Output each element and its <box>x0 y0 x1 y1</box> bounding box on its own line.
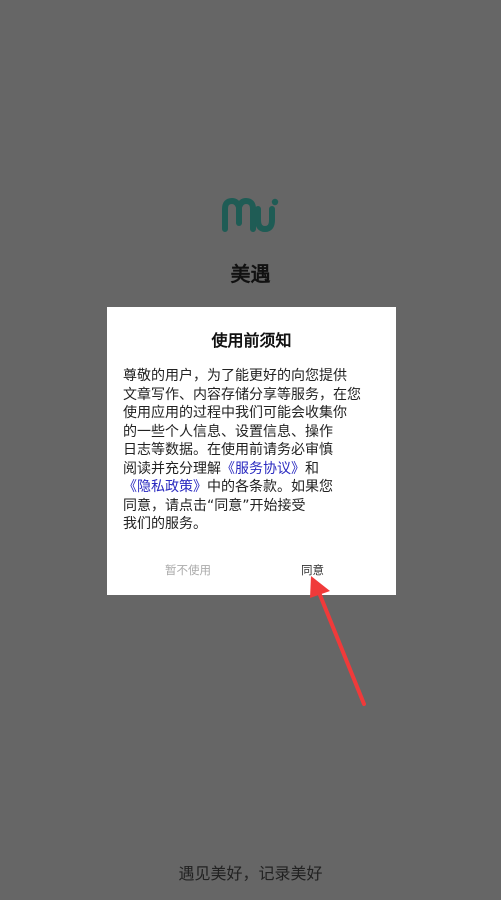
body-line: 文章写作、内容存储分享等服务，在您 <box>123 386 361 403</box>
body-line: 日志等数据。在使用前请务必审慎 <box>123 442 333 458</box>
body-line: 尊敬的用户，为了能更好的向您提供 <box>123 368 347 384</box>
app-slogan: 遇见美好，记录美好 <box>178 864 323 883</box>
service-agreement-link[interactable]: 《服务协议》 <box>221 461 305 477</box>
privacy-notice-dialog: 使用前须知 尊敬的用户，为了能更好的向您提供 文章写作、内容存储分享等服务，在您… <box>107 307 396 595</box>
body-line: 《隐私政策》中的各条款。如果您 <box>123 478 385 497</box>
body-text: 阅读并充分理解 <box>123 460 221 477</box>
agree-button[interactable]: 同意 <box>301 562 324 578</box>
body-line: 阅读并充分理解《服务协议》和 <box>123 460 385 479</box>
privacy-policy-link[interactable]: 《隐私政策》 <box>123 479 207 495</box>
decline-button[interactable]: 暂不使用 <box>165 562 211 578</box>
body-line: 使用应用的过程中我们可能会收集你 <box>123 405 347 421</box>
dialog-body: 尊敬的用户，为了能更好的向您提供 文章写作、内容存储分享等服务，在您 使用应用的… <box>123 367 385 534</box>
app-logo-icon <box>222 198 279 232</box>
body-line: 我们的服务。 <box>123 516 207 532</box>
dialog-title: 使用前须知 <box>211 331 292 350</box>
body-line: 的一些个人信息、设置信息、操作 <box>123 423 333 440</box>
body-line: 同意，请点击“同意”开始接受 <box>123 497 306 514</box>
body-text: 和 <box>305 460 319 477</box>
body-text: 中的各条款。如果您 <box>207 479 333 495</box>
app-name: 美遇 <box>230 262 271 286</box>
